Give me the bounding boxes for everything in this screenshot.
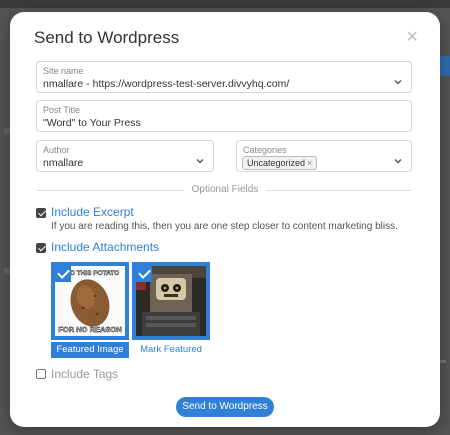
include-attachments-label[interactable]: Include Attachments	[51, 240, 159, 254]
include-excerpt-checkbox[interactable]	[36, 208, 46, 218]
excerpt-text: If you are reading this, then you are on…	[51, 221, 398, 232]
optional-fields-label: Optional Fields	[191, 184, 259, 195]
include-attachments-checkbox[interactable]	[36, 243, 46, 253]
post-title-input[interactable]: Post Title "Word" to Your Press	[36, 100, 412, 132]
background-app-bar	[0, 0, 450, 8]
checkmark-icon	[136, 266, 152, 282]
send-to-wordpress-button[interactable]: Send to Wordpress	[176, 397, 274, 417]
categories-label: Categories	[243, 145, 287, 155]
attachment-frame	[132, 262, 210, 340]
category-chip[interactable]: Uncategorized ×	[242, 156, 318, 170]
featured-image-caption: Featured Image	[51, 342, 129, 358]
categories-select[interactable]: Categories Uncategorized ×	[236, 140, 412, 172]
author-value: nmallare	[43, 157, 84, 169]
include-excerpt-label[interactable]: Include Excerpt	[51, 205, 134, 219]
post-title-label: Post Title	[43, 105, 81, 115]
include-tags-label[interactable]: Include Tags	[51, 367, 118, 381]
site-name-label: Site name	[43, 66, 84, 76]
site-name-select[interactable]: Site name nmallare - https://wordpress-t…	[36, 61, 412, 93]
attachment-frame: AND THIS POTATO FOR NO REASON	[51, 262, 129, 340]
post-title-value: "Word" to Your Press	[43, 117, 141, 129]
attachment-card-potato[interactable]: AND THIS POTATO FOR NO REASON Featured I…	[51, 262, 129, 358]
site-name-value: nmallare - https://wordpress-test-server…	[43, 78, 290, 90]
modal-title: Send to Wordpress	[34, 28, 180, 47]
chevron-down-icon	[196, 159, 204, 164]
checkmark-icon	[55, 266, 71, 282]
meme-bottom-text: FOR NO REASON	[58, 325, 121, 334]
divider	[266, 190, 412, 191]
attachment-card-robot[interactable]: Mark Featured	[132, 262, 210, 358]
chevron-down-icon	[394, 80, 402, 85]
chevron-down-icon	[394, 159, 402, 164]
send-to-wordpress-modal: Send to Wordpress × Site name nmallare -…	[10, 12, 440, 427]
include-tags-checkbox[interactable]	[36, 369, 46, 379]
category-chip-label: Uncategorized	[247, 158, 306, 168]
author-select[interactable]: Author nmallare	[36, 140, 214, 172]
close-icon[interactable]: ×	[406, 27, 418, 47]
chip-remove-icon[interactable]: ×	[307, 158, 312, 168]
divider	[36, 190, 184, 191]
mark-featured-link[interactable]: Mark Featured	[132, 342, 210, 358]
author-label: Author	[43, 145, 70, 155]
